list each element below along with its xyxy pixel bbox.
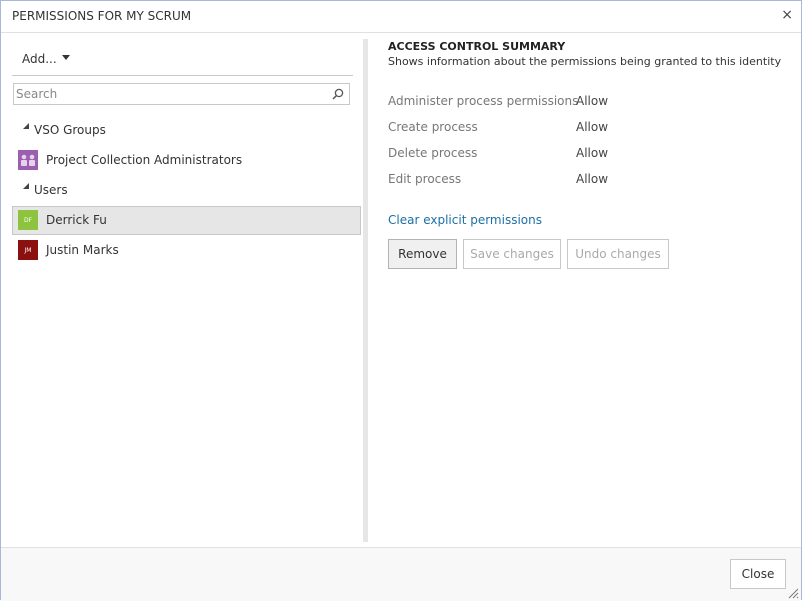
tree-item-justin-marks[interactable]: JM Justin Marks [12,236,361,265]
clear-explicit-permissions-link[interactable]: Clear explicit permissions [388,213,542,227]
group-icon [18,150,38,170]
group-label: VSO Groups [34,123,106,137]
identity-label: Justin Marks [46,243,119,257]
search-icon[interactable] [332,88,344,100]
avatar: JM [18,240,38,260]
identity-label: Derrick Fu [46,213,107,227]
remove-button[interactable]: Remove [388,239,457,269]
close-icon[interactable]: × [781,7,793,23]
permission-value[interactable]: Allow [576,146,608,160]
identity-label: Project Collection Administrators [46,153,243,167]
add-button[interactable]: Add... [22,52,70,66]
tree-group-users[interactable]: Users [12,176,361,205]
identity-panel: Add... VSO Groups [12,32,363,542]
tree-group-vso-groups[interactable]: VSO Groups [12,116,361,145]
close-button[interactable]: Close [730,559,786,589]
permission-value[interactable]: Allow [576,94,608,108]
permission-row: Administer process permissions Allow [388,94,788,114]
dialog-footer: Close [1,547,801,601]
access-control-panel: ACCESS CONTROL SUMMARY Shows information… [388,32,788,542]
caret-down-icon [61,55,70,60]
add-button-label: Add... [22,52,57,66]
permission-name: Edit process [388,172,462,186]
panel-splitter[interactable] [363,39,368,542]
resize-grip-icon[interactable] [788,588,799,599]
permission-name: Create process [388,120,478,134]
expanded-triangle-icon[interactable] [23,183,29,189]
permission-name: Administer process permissions [388,94,579,108]
section-title: ACCESS CONTROL SUMMARY [388,40,566,53]
undo-changes-button[interactable]: Undo changes [567,239,669,269]
tree-item-project-collection-administrators[interactable]: Project Collection Administrators [12,146,361,175]
group-label: Users [34,183,68,197]
permission-row: Create process Allow [388,120,788,140]
permissions-dialog: PERMISSIONS FOR MY SCRUM × Add... VSO Gr… [0,0,802,601]
permission-value[interactable]: Allow [576,120,608,134]
expanded-triangle-icon[interactable] [23,123,29,129]
dialog-titlebar: PERMISSIONS FOR MY SCRUM × [1,1,801,33]
section-subtitle: Shows information about the permissions … [388,55,782,68]
permission-name: Delete process [388,146,478,160]
permission-value[interactable]: Allow [576,172,608,186]
search-box [13,83,350,105]
dialog-title: PERMISSIONS FOR MY SCRUM [12,9,192,23]
permission-row: Delete process Allow [388,146,788,166]
permission-row: Edit process Allow [388,172,788,192]
avatar: DF [18,210,38,230]
save-changes-button[interactable]: Save changes [463,239,561,269]
tree-item-derrick-fu[interactable]: DF Derrick Fu [12,206,361,235]
search-input[interactable] [16,86,326,102]
toolbar-divider [12,75,353,76]
